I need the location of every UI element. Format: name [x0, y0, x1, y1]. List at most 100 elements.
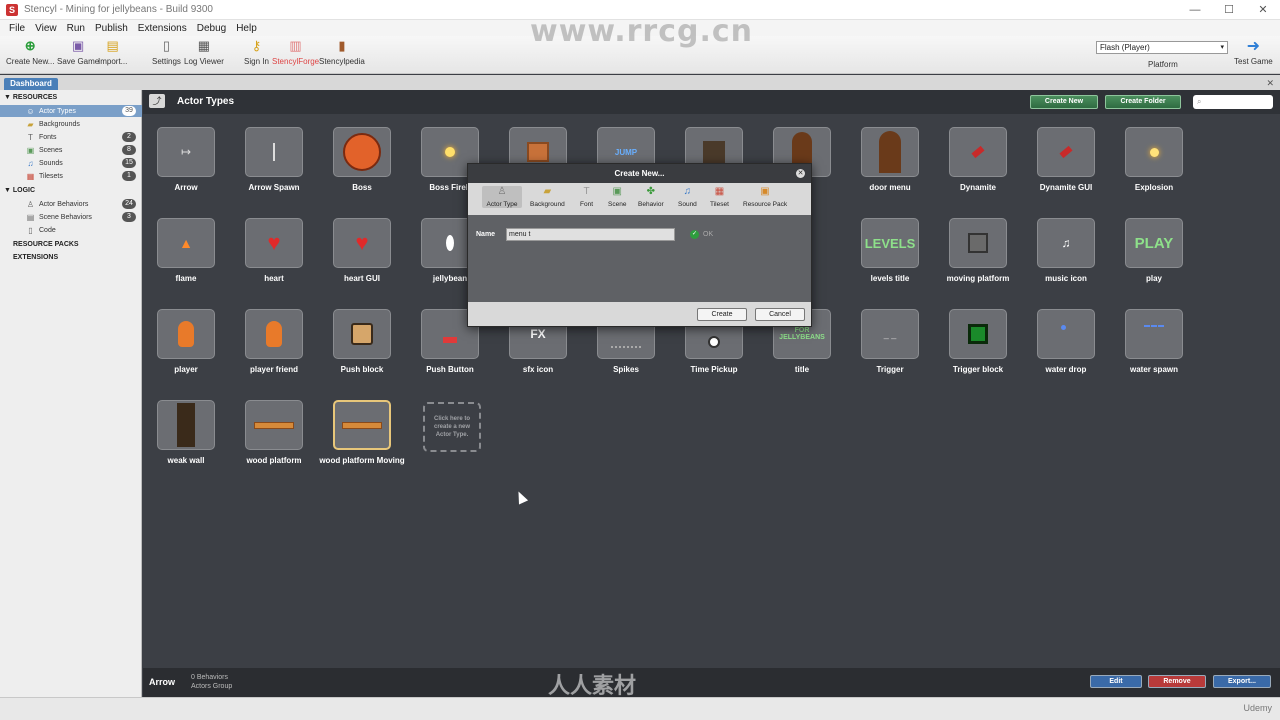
actor-tile-door-menu[interactable]: door menu: [847, 127, 933, 207]
sidebar-heading-resources[interactable]: ▼ RESOURCES: [4, 94, 57, 101]
cancel-button[interactable]: Cancel: [755, 308, 805, 321]
code-icon: ▯: [28, 225, 33, 235]
sidebar-item-actor-types[interactable]: ☺ Actor Types 39: [0, 105, 142, 117]
create-button[interactable]: Create: [697, 308, 747, 321]
actor-tile-dynamite-gui[interactable]: Dynamite GUI: [1023, 127, 1109, 207]
sign-in-button[interactable]: ⚷ Sign In: [244, 38, 269, 72]
name-label: Name: [476, 231, 496, 238]
dialog-close-icon[interactable]: ✕: [796, 169, 805, 178]
log-viewer-button[interactable]: ▦ Log Viewer: [184, 38, 224, 72]
actor-tile-explosion[interactable]: Explosion: [1111, 127, 1197, 207]
actor-tile-trigger[interactable]: _ _ Trigger: [847, 309, 933, 389]
window-title: Stencyl - Mining for jellybeans - Build …: [24, 4, 213, 15]
udemy-watermark: Udemy: [1243, 703, 1272, 713]
sidebar-item-code[interactable]: ▯ Code: [0, 224, 142, 236]
tab-close-icon[interactable]: ✕: [1266, 78, 1274, 89]
actor-tile-play[interactable]: PLAY play: [1111, 218, 1197, 298]
tab-strip: [0, 75, 1280, 90]
menu-view[interactable]: View: [30, 23, 62, 34]
minimize-icon[interactable]: —: [1178, 0, 1212, 20]
dialog-type-actor[interactable]: ♙ Actor Type: [482, 186, 522, 208]
menu-file[interactable]: File: [4, 23, 30, 34]
levels-title-thumbnail: LEVELS: [861, 218, 919, 268]
sidebar-item-scene-behaviors[interactable]: ▤ Scene Behaviors 3: [0, 211, 142, 223]
dialog-type-behavior[interactable]: ✤ Behavior: [638, 186, 664, 208]
create-new-actor-tile[interactable]: Click here to create a new Actor Type.: [409, 402, 495, 482]
behavior-icon: ▤: [26, 212, 35, 222]
edit-button[interactable]: Edit: [1090, 675, 1142, 688]
create-new-actor-button[interactable]: Create New: [1030, 95, 1098, 109]
actor-tile-levels-title[interactable]: LEVELS levels title: [847, 218, 933, 298]
actor-tile-heart[interactable]: ♥ heart: [231, 218, 317, 298]
import-button[interactable]: ▤ Import...: [98, 38, 127, 72]
menu-extensions[interactable]: Extensions: [133, 23, 192, 34]
close-icon[interactable]: ✕: [1246, 0, 1280, 20]
stencylpedia-button[interactable]: ▮ Stencylpedia: [319, 38, 365, 72]
sidebar-item-backgrounds[interactable]: ▰ Backgrounds: [0, 118, 142, 130]
platform-label: Platform: [1148, 60, 1178, 69]
music-icon-thumbnail: ♫: [1037, 218, 1095, 268]
sidebar-item-resource-packs[interactable]: RESOURCE PACKS: [13, 241, 79, 248]
maximize-icon[interactable]: ☐: [1212, 0, 1246, 20]
dialog-type-tileset[interactable]: ▦ Tileset: [710, 186, 729, 208]
dialog-type-background[interactable]: ▰ Background: [530, 186, 565, 208]
sidebar-item-tilesets[interactable]: ▦ Tilesets 1: [0, 170, 142, 182]
actor-tile-arrow[interactable]: ↦ Arrow: [143, 127, 229, 207]
platform-select[interactable]: Flash (Player) ▾: [1096, 41, 1228, 54]
dialog-type-font[interactable]: T Font: [580, 186, 593, 208]
actor-tile-music-icon[interactable]: ♫ music icon: [1023, 218, 1109, 298]
weak-wall-thumbnail: [157, 400, 215, 450]
actor-tile-dynamite[interactable]: Dynamite: [935, 127, 1021, 207]
sidebar-item-sounds[interactable]: ♫ Sounds 15: [0, 157, 142, 169]
export-button[interactable]: Export...: [1213, 675, 1271, 688]
menu-help[interactable]: Help: [231, 23, 262, 34]
actor-tile-arrow-spawn[interactable]: Arrow Spawn: [231, 127, 317, 207]
trigger-thumbnail: _ _: [861, 309, 919, 359]
arrow-right-icon: ➜: [1246, 38, 1261, 55]
name-field[interactable]: menu t: [506, 228, 675, 241]
menu-debug[interactable]: Debug: [192, 23, 231, 34]
sidebar-item-actor-behaviors[interactable]: ♙ Actor Behaviors 24: [0, 198, 142, 210]
stencylforge-button[interactable]: ▥ StencylForge: [272, 38, 319, 72]
sidebar-item-scenes[interactable]: ▣ Scenes 8: [0, 144, 142, 156]
actor-tile-wood-platform-moving[interactable]: wood platform Moving: [319, 400, 405, 480]
remove-button[interactable]: Remove: [1148, 675, 1206, 688]
tab-dashboard[interactable]: Dashboard: [4, 78, 58, 90]
scene-icon: ▣: [26, 145, 35, 155]
actor-tile-player[interactable]: player: [143, 309, 229, 389]
status-bar: Udemy: [0, 697, 1280, 720]
dialog-type-scene[interactable]: ▣ Scene: [608, 186, 626, 208]
actor-tile-heart-gui[interactable]: ♥ heart GUI: [319, 218, 405, 298]
dialog-title: Create New...: [468, 164, 811, 183]
font-icon: T: [28, 132, 33, 142]
water-drop-thumbnail: [1037, 309, 1095, 359]
create-new-button[interactable]: ⊕ Create New...: [6, 38, 54, 72]
menu-publish[interactable]: Publish: [90, 23, 133, 34]
actor-icon: ☺: [26, 106, 35, 116]
sidebar-item-fonts[interactable]: T Fonts 2: [0, 131, 142, 143]
player-thumbnail: [157, 309, 215, 359]
heart-thumbnail: ♥: [245, 218, 303, 268]
actor-tile-water-drop[interactable]: water drop: [1023, 309, 1109, 389]
dialog-type-sound[interactable]: ♫ Sound: [678, 186, 697, 208]
selection-info-bar: Arrow 0 Behaviors Actors Group Edit Remo…: [143, 668, 1280, 697]
actor-tile-boss[interactable]: Boss: [319, 127, 405, 207]
actor-tile-flame[interactable]: ▲ flame: [143, 218, 229, 298]
actor-tile-push-block[interactable]: Push block: [319, 309, 405, 389]
sidebar-heading-logic[interactable]: ▼ LOGIC: [4, 187, 35, 194]
settings-button[interactable]: ▯ Settings: [152, 38, 181, 72]
actor-tile-weak-wall[interactable]: weak wall: [143, 400, 229, 480]
create-folder-button[interactable]: Create Folder: [1105, 95, 1181, 109]
save-game-button[interactable]: ▣ Save Game: [57, 38, 99, 72]
sidebar-item-extensions[interactable]: EXTENSIONS: [13, 254, 58, 261]
actor-tile-player-friend[interactable]: player friend: [231, 309, 317, 389]
test-game-button[interactable]: ➜ Test Game: [1234, 38, 1273, 72]
actor-tile-trigger-block[interactable]: Trigger block: [935, 309, 1021, 389]
dialog-type-resource-pack[interactable]: ▣ Resource Pack: [743, 186, 787, 208]
back-icon[interactable]: ⤴: [149, 94, 165, 108]
menu-run[interactable]: Run: [62, 23, 90, 34]
search-input[interactable]: ⌕: [1193, 95, 1273, 109]
actor-tile-wood-platform[interactable]: wood platform: [231, 400, 317, 480]
actor-tile-moving-platform[interactable]: moving platform: [935, 218, 1021, 298]
actor-tile-water-spawn[interactable]: water spawn: [1111, 309, 1197, 389]
